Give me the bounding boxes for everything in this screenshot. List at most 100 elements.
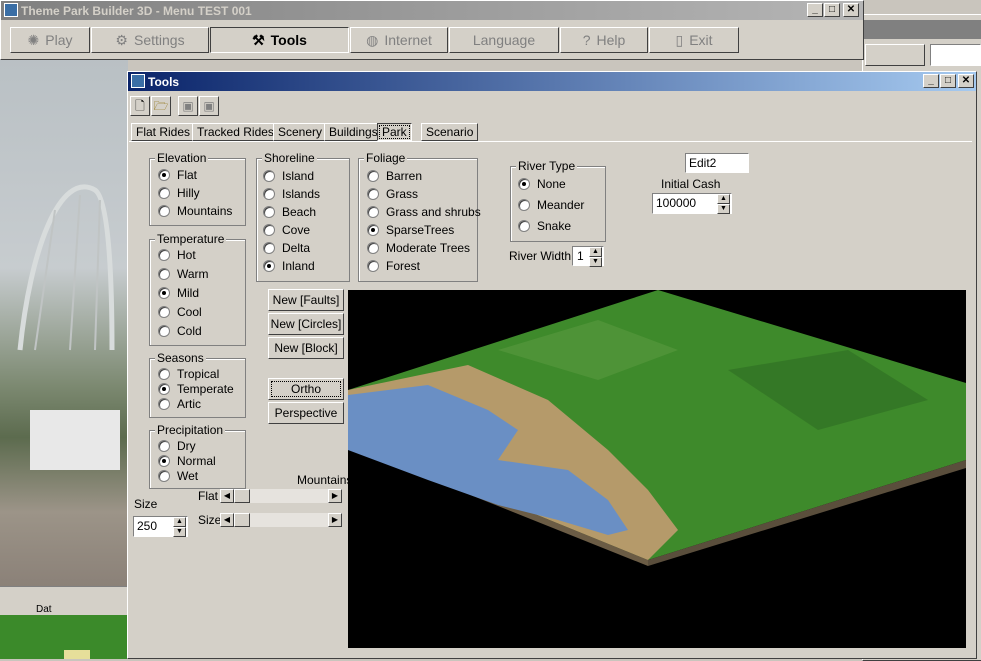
tools-icon: ⚒ [252,31,265,48]
radio-elevation-mountains[interactable]: Mountains [158,203,232,219]
yellow-block [64,650,90,659]
radio-foliage-moderate-trees[interactable]: Moderate Trees [367,240,470,256]
tools-maximize-button[interactable]: □ [940,74,956,88]
tools-titlebar: Tools [128,72,976,91]
open-folder-icon[interactable]: 🗁 [151,96,171,116]
radio-river-snake[interactable]: Snake [518,218,571,234]
tab-buildings[interactable]: Buildings [324,123,383,141]
menu-play-button[interactable]: ✺ Play [10,27,90,53]
radio-shoreline-islands[interactable]: Islands [263,186,320,202]
radio-foliage-barren[interactable]: Barren [367,168,422,184]
menu-exit-button[interactable]: ▯ Exit [649,27,739,53]
radio-foliage-grass-shrubs[interactable]: Grass and shrubs [367,204,481,220]
save-icon[interactable]: ▣ [178,96,198,116]
save-as-icon[interactable]: ▣ [199,96,219,116]
tab-scenario[interactable]: Scenario [421,123,479,141]
new-faults-button[interactable]: New [Faults] [268,289,344,311]
radio-seasons-temperate[interactable]: Temperate [158,381,234,397]
radio-elevation-hilly[interactable]: Hilly [158,185,200,201]
radio-temperature-warm[interactable]: Warm [158,266,209,282]
scroll-left-icon[interactable]: ◀ [220,489,234,503]
radio-precipitation-dry[interactable]: Dry [158,438,196,454]
radio-seasons-tropical[interactable]: Tropical [158,366,219,382]
new-block-button[interactable]: New [Block] [268,337,344,359]
radio-temperature-cold[interactable]: Cold [158,323,202,339]
menu-settings-button[interactable]: ⚙ Settings [91,27,209,53]
question-icon: ? [582,32,591,48]
maximize-button[interactable]: □ [824,3,840,17]
tools-minimize-button[interactable]: _ [923,74,939,88]
menu-language-button[interactable]: Language [449,27,559,53]
slider-thumb[interactable] [234,489,250,503]
spin-up-icon[interactable]: ▲ [589,247,602,257]
radio-shoreline-inland[interactable]: Inland [263,258,315,274]
scroll-left-icon[interactable]: ◀ [220,513,234,527]
perspective-button[interactable]: Perspective [268,402,344,424]
radio-foliage-sparse-trees[interactable]: SparseTrees [367,222,454,238]
main-window-title: Theme Park Builder 3D - Menu TEST 001 [21,3,252,18]
radio-precipitation-wet[interactable]: Wet [158,468,198,484]
background-close-btn [955,22,979,36]
tab-park[interactable]: Park [377,123,412,141]
close-button[interactable]: ✕ [843,3,859,17]
app-icon [4,3,18,17]
tab-flat-rides[interactable]: Flat Rides [131,123,196,141]
gear-icon: ⚙ [115,31,128,48]
tab-tracked-rides[interactable]: Tracked Rides [192,123,279,141]
size-slider[interactable]: ◀ ▶ [220,513,342,527]
size-slider-label: Size [198,513,222,527]
spin-down-icon[interactable]: ▼ [717,204,730,214]
menu-help-button[interactable]: ? Help [560,27,648,53]
radio-shoreline-island[interactable]: Island [263,168,314,184]
slider-thumb[interactable] [234,513,250,527]
radio-river-meander[interactable]: Meander [518,197,584,213]
scroll-right-icon[interactable]: ▶ [328,489,342,503]
sun-icon: ✺ [27,31,40,48]
river-width-label: River Width [509,249,572,263]
elevation-slider[interactable]: ◀ ▶ [220,489,342,503]
ortho-button[interactable]: Ortho [268,378,344,400]
initial-cash-spinner[interactable]: ▲ ▼ [717,194,730,214]
tab-scenery[interactable]: Scenery [273,123,328,141]
background-field [930,44,981,66]
minimize-button[interactable]: _ [807,3,823,17]
mountains-label: Mountains [297,473,353,487]
menu-internet-button[interactable]: ◍ Internet [350,27,448,53]
main-titlebar: Theme Park Builder 3D - Menu TEST 001 [1,1,863,20]
flat-label: Flat [198,489,219,503]
size-spinner[interactable]: ▲ ▼ [173,517,186,537]
initial-cash-label: Initial Cash [661,177,721,191]
edit2-field[interactable]: Edit2 [685,153,749,173]
tab-divider [129,141,972,142]
tools-close-button[interactable]: ✕ [958,74,974,88]
background-button [865,44,925,66]
door-icon: ▯ [675,31,684,48]
menu-tools-button[interactable]: ⚒ Tools [210,27,349,53]
radio-foliage-forest[interactable]: Forest [367,258,420,274]
new-circles-button[interactable]: New [Circles] [268,313,344,335]
radio-shoreline-delta[interactable]: Delta [263,240,310,256]
radio-temperature-hot[interactable]: Hot [158,247,196,263]
spin-down-icon[interactable]: ▼ [173,527,186,537]
radio-shoreline-beach[interactable]: Beach [263,204,316,220]
river-width-spinner[interactable]: ▲ ▼ [589,247,602,267]
globe-icon: ◍ [366,31,379,48]
spin-up-icon[interactable]: ▲ [173,517,186,527]
size-label: Size [134,497,158,511]
tools-window-title: Tools [148,74,180,89]
spin-up-icon[interactable]: ▲ [717,194,730,204]
scroll-right-icon[interactable]: ▶ [328,513,342,527]
radio-temperature-mild[interactable]: Mild [158,285,199,301]
radio-precipitation-normal[interactable]: Normal [158,453,216,469]
roller-coaster-image [17,184,120,470]
radio-temperature-cool[interactable]: Cool [158,304,202,320]
spin-down-icon[interactable]: ▼ [589,257,602,267]
radio-shoreline-cove[interactable]: Cove [263,222,310,238]
terrain-viewport[interactable] [348,290,966,648]
tools-app-icon [131,74,145,88]
radio-seasons-artic[interactable]: Artic [158,396,201,412]
radio-river-none[interactable]: None [518,176,566,192]
radio-elevation-flat[interactable]: Flat [158,167,197,183]
radio-foliage-grass[interactable]: Grass [367,186,418,202]
new-file-icon[interactable]: 🗋 [130,96,150,116]
